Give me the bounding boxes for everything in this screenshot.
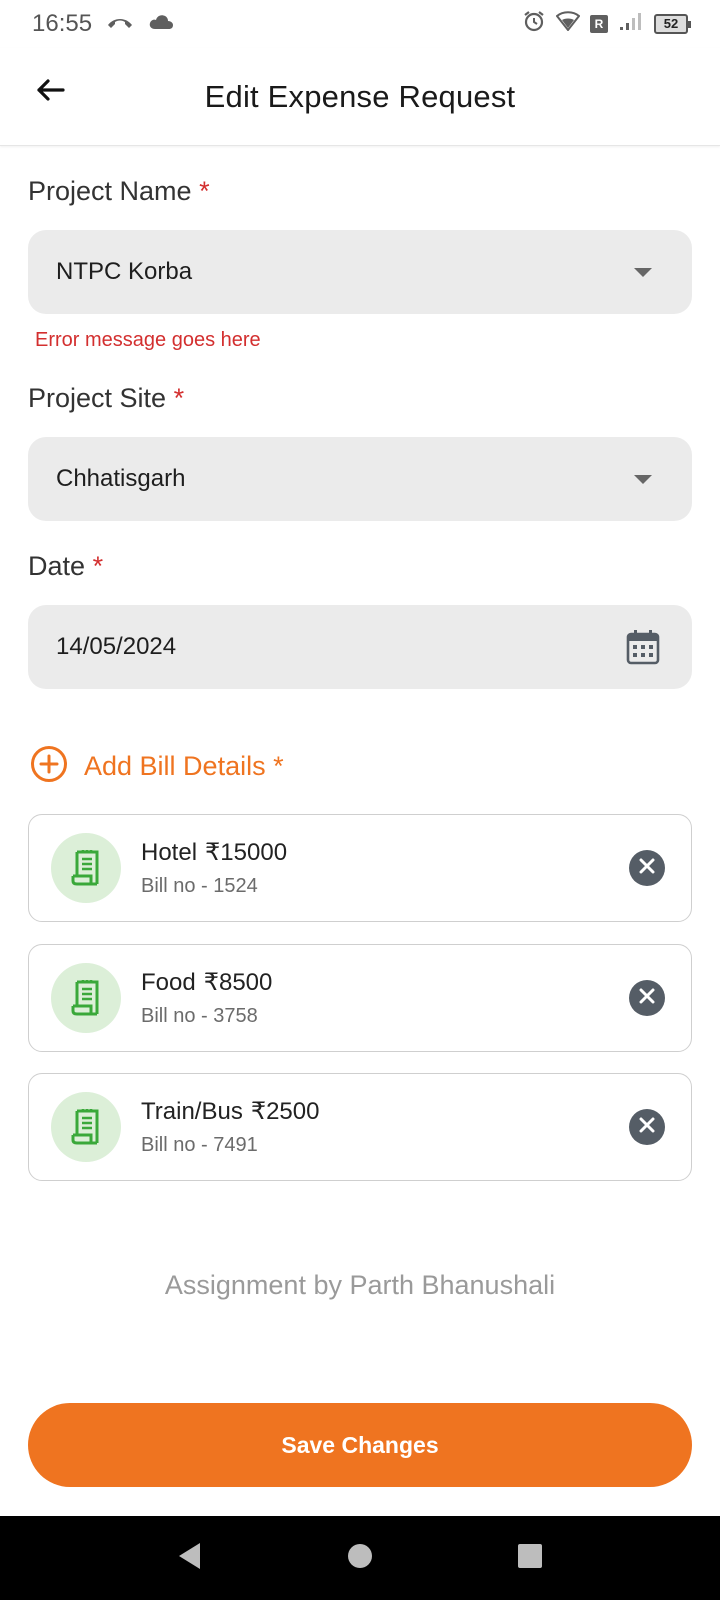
circle-home-icon <box>346 1542 374 1575</box>
nav-recents-button[interactable] <box>510 1538 550 1578</box>
close-icon <box>639 858 655 879</box>
bill-text: Food ₹8500 Bill no - 3758 <box>141 968 272 1028</box>
bill-text: Hotel ₹15000 Bill no - 1524 <box>141 838 287 898</box>
triangle-back-icon <box>176 1541 204 1576</box>
remove-bill-button[interactable] <box>629 980 665 1016</box>
required-mark: * <box>273 750 284 781</box>
add-bill-label: Add Bill Details * <box>84 751 284 782</box>
add-bill-button[interactable]: Add Bill Details * <box>30 745 284 788</box>
project-name-label-text: Project Name <box>28 176 192 206</box>
wifi-icon <box>555 10 581 38</box>
receipt-icon <box>51 1092 121 1162</box>
date-label: Date * <box>28 551 103 582</box>
status-left: 16:55 <box>32 10 174 38</box>
add-bill-label-text: Add Bill Details <box>84 750 266 781</box>
required-mark: * <box>199 176 210 206</box>
required-mark: * <box>92 551 104 581</box>
project-site-label-text: Project Site <box>28 383 167 413</box>
bill-title: Train/Bus ₹2500 <box>141 1097 319 1126</box>
system-nav-bar <box>0 1516 720 1600</box>
roaming-badge: R <box>590 15 608 33</box>
bill-category: Hotel <box>141 839 198 866</box>
project-site-select[interactable]: Chhatisgarh <box>28 437 692 521</box>
bill-number: Bill no - 3758 <box>141 1005 258 1027</box>
bill-title: Food ₹8500 <box>141 968 272 997</box>
bill-number: Bill no - 1524 <box>141 875 258 897</box>
plus-circle-icon <box>30 745 68 788</box>
battery-icon: 52 <box>654 14 691 34</box>
date-field[interactable]: 14/05/2024 <box>28 605 692 689</box>
cloud-icon <box>148 10 174 38</box>
project-site-label: Project Site * <box>28 383 184 414</box>
missed-call-icon <box>106 10 134 38</box>
credit-text: Assignment by Parth Bhanushali <box>164 1270 556 1300</box>
alarm-icon <box>522 9 546 40</box>
save-changes-button[interactable]: Save Changes <box>28 1403 692 1487</box>
date-value: 14/05/2024 <box>56 633 177 660</box>
project-site-value: Chhatisgarh <box>56 465 186 492</box>
screen: 16:55 R 52 Edit Expense Request Project … <box>0 0 720 1600</box>
nav-home-button[interactable] <box>340 1538 380 1578</box>
bill-category: Train/Bus <box>141 1098 243 1125</box>
status-bar: 16:55 R 52 <box>0 0 720 48</box>
signal-icon <box>618 10 644 38</box>
nav-back-button[interactable] <box>170 1538 210 1578</box>
page-title: Edit Expense Request <box>204 78 516 114</box>
close-icon <box>639 988 655 1009</box>
project-name-label: Project Name * <box>28 176 210 207</box>
bill-amount: ₹2500 <box>250 1098 320 1125</box>
bill-category: Food <box>141 969 196 996</box>
required-mark: * <box>173 383 185 413</box>
calendar-icon[interactable] <box>626 629 660 665</box>
receipt-icon <box>51 963 121 1033</box>
bill-text: Train/Bus ₹2500 Bill no - 7491 <box>141 1097 319 1157</box>
dropdown-arrow-icon <box>634 474 652 484</box>
status-time: 16:55 <box>32 10 93 37</box>
remove-bill-button[interactable] <box>629 850 665 886</box>
bill-amount: ₹8500 <box>203 969 273 996</box>
bill-card[interactable]: Hotel ₹15000 Bill no - 1524 <box>28 814 692 922</box>
square-recents-icon <box>516 1542 544 1575</box>
date-label-text: Date <box>28 551 86 581</box>
bill-card[interactable]: Train/Bus ₹2500 Bill no - 7491 <box>28 1073 692 1181</box>
project-name-value: NTPC Korba <box>56 258 193 285</box>
app-bar: Edit Expense Request <box>0 48 720 146</box>
project-name-select[interactable]: NTPC Korba <box>28 230 692 314</box>
close-icon <box>639 1117 655 1138</box>
receipt-icon <box>51 833 121 903</box>
arrow-left-icon <box>35 78 65 107</box>
back-button[interactable] <box>28 70 72 114</box>
bill-amount: ₹15000 <box>205 839 288 866</box>
bill-card[interactable]: Food ₹8500 Bill no - 3758 <box>28 944 692 1052</box>
bill-title: Hotel ₹15000 <box>141 838 287 867</box>
project-name-error: Error message goes here <box>35 329 261 351</box>
status-right: R 52 <box>522 9 691 40</box>
bill-number: Bill no - 7491 <box>141 1134 258 1156</box>
remove-bill-button[interactable] <box>629 1109 665 1145</box>
dropdown-arrow-icon <box>634 267 652 277</box>
